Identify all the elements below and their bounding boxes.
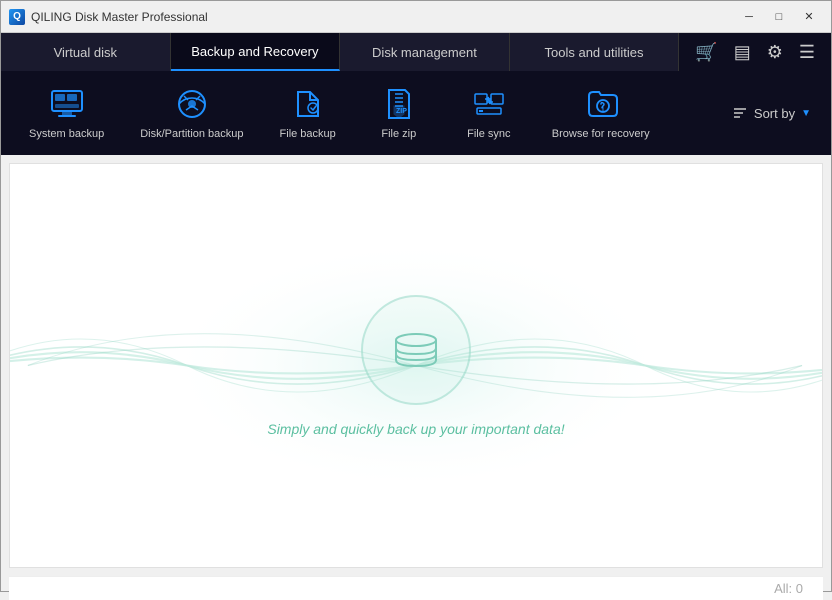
browse-recovery-icon bbox=[582, 85, 620, 123]
browse-recovery-label: Browse for recovery bbox=[552, 127, 650, 141]
menu-icon[interactable]: ☰ bbox=[793, 40, 821, 65]
system-backup-label: System backup bbox=[29, 127, 104, 141]
footer: All: 0 bbox=[9, 576, 823, 600]
file-sync-label: File sync bbox=[467, 127, 510, 141]
sort-by-button[interactable]: Sort by ▼ bbox=[722, 99, 821, 127]
file-sync-icon bbox=[470, 85, 508, 123]
tab-backup-recovery[interactable]: Backup and Recovery bbox=[171, 33, 341, 71]
stack-icon-circle bbox=[361, 295, 471, 405]
file-sync-button[interactable]: File sync bbox=[444, 79, 534, 147]
svg-text:ZIP: ZIP bbox=[396, 108, 407, 115]
file-zip-label: File zip bbox=[381, 127, 416, 141]
settings-icon[interactable]: ⚙ bbox=[761, 40, 789, 65]
sort-by-label: Sort by bbox=[754, 106, 795, 121]
file-zip-button[interactable]: ZIP File zip bbox=[354, 79, 444, 147]
app-icon: Q bbox=[9, 9, 25, 25]
toolbar-items: System backup Disk/Partition backup bbox=[11, 79, 722, 147]
title-bar: Q QILING Disk Master Professional ─ □ ✕ bbox=[1, 1, 831, 33]
center-content: Simply and quickly back up your importan… bbox=[267, 295, 564, 437]
maximize-button[interactable]: □ bbox=[765, 7, 793, 27]
system-backup-icon bbox=[48, 85, 86, 123]
disk-partition-label: Disk/Partition backup bbox=[140, 127, 243, 141]
main-nav: Virtual disk Backup and Recovery Disk ma… bbox=[1, 33, 831, 71]
minimize-button[interactable]: ─ bbox=[735, 7, 763, 27]
cart-icon[interactable]: 🛒 bbox=[689, 40, 723, 65]
app-title: QILING Disk Master Professional bbox=[31, 10, 735, 24]
tab-disk-management[interactable]: Disk management bbox=[340, 33, 510, 71]
browse-recovery-button[interactable]: Browse for recovery bbox=[534, 79, 668, 147]
toolbar: System backup Disk/Partition backup bbox=[1, 71, 831, 155]
close-button[interactable]: ✕ bbox=[795, 7, 823, 27]
disk-partition-backup-button[interactable]: Disk/Partition backup bbox=[122, 79, 261, 147]
all-count: 0 bbox=[796, 581, 803, 596]
system-backup-button[interactable]: System backup bbox=[11, 79, 122, 147]
tab-tools-utilities[interactable]: Tools and utilities bbox=[510, 33, 680, 71]
all-label: All: bbox=[774, 581, 792, 596]
file-backup-icon bbox=[289, 85, 327, 123]
sort-by-dropdown-icon: ▼ bbox=[801, 108, 811, 119]
file-backup-label: File backup bbox=[280, 127, 336, 141]
tab-virtual-disk[interactable]: Virtual disk bbox=[1, 33, 171, 71]
file-zip-icon: ZIP bbox=[380, 85, 418, 123]
list-icon[interactable]: ▤ bbox=[728, 40, 757, 65]
file-backup-button[interactable]: File backup bbox=[262, 79, 354, 147]
tagline: Simply and quickly back up your importan… bbox=[267, 421, 564, 437]
disk-partition-icon bbox=[173, 85, 211, 123]
content-area: Simply and quickly back up your importan… bbox=[9, 163, 823, 568]
window-controls: ─ □ ✕ bbox=[735, 7, 823, 27]
